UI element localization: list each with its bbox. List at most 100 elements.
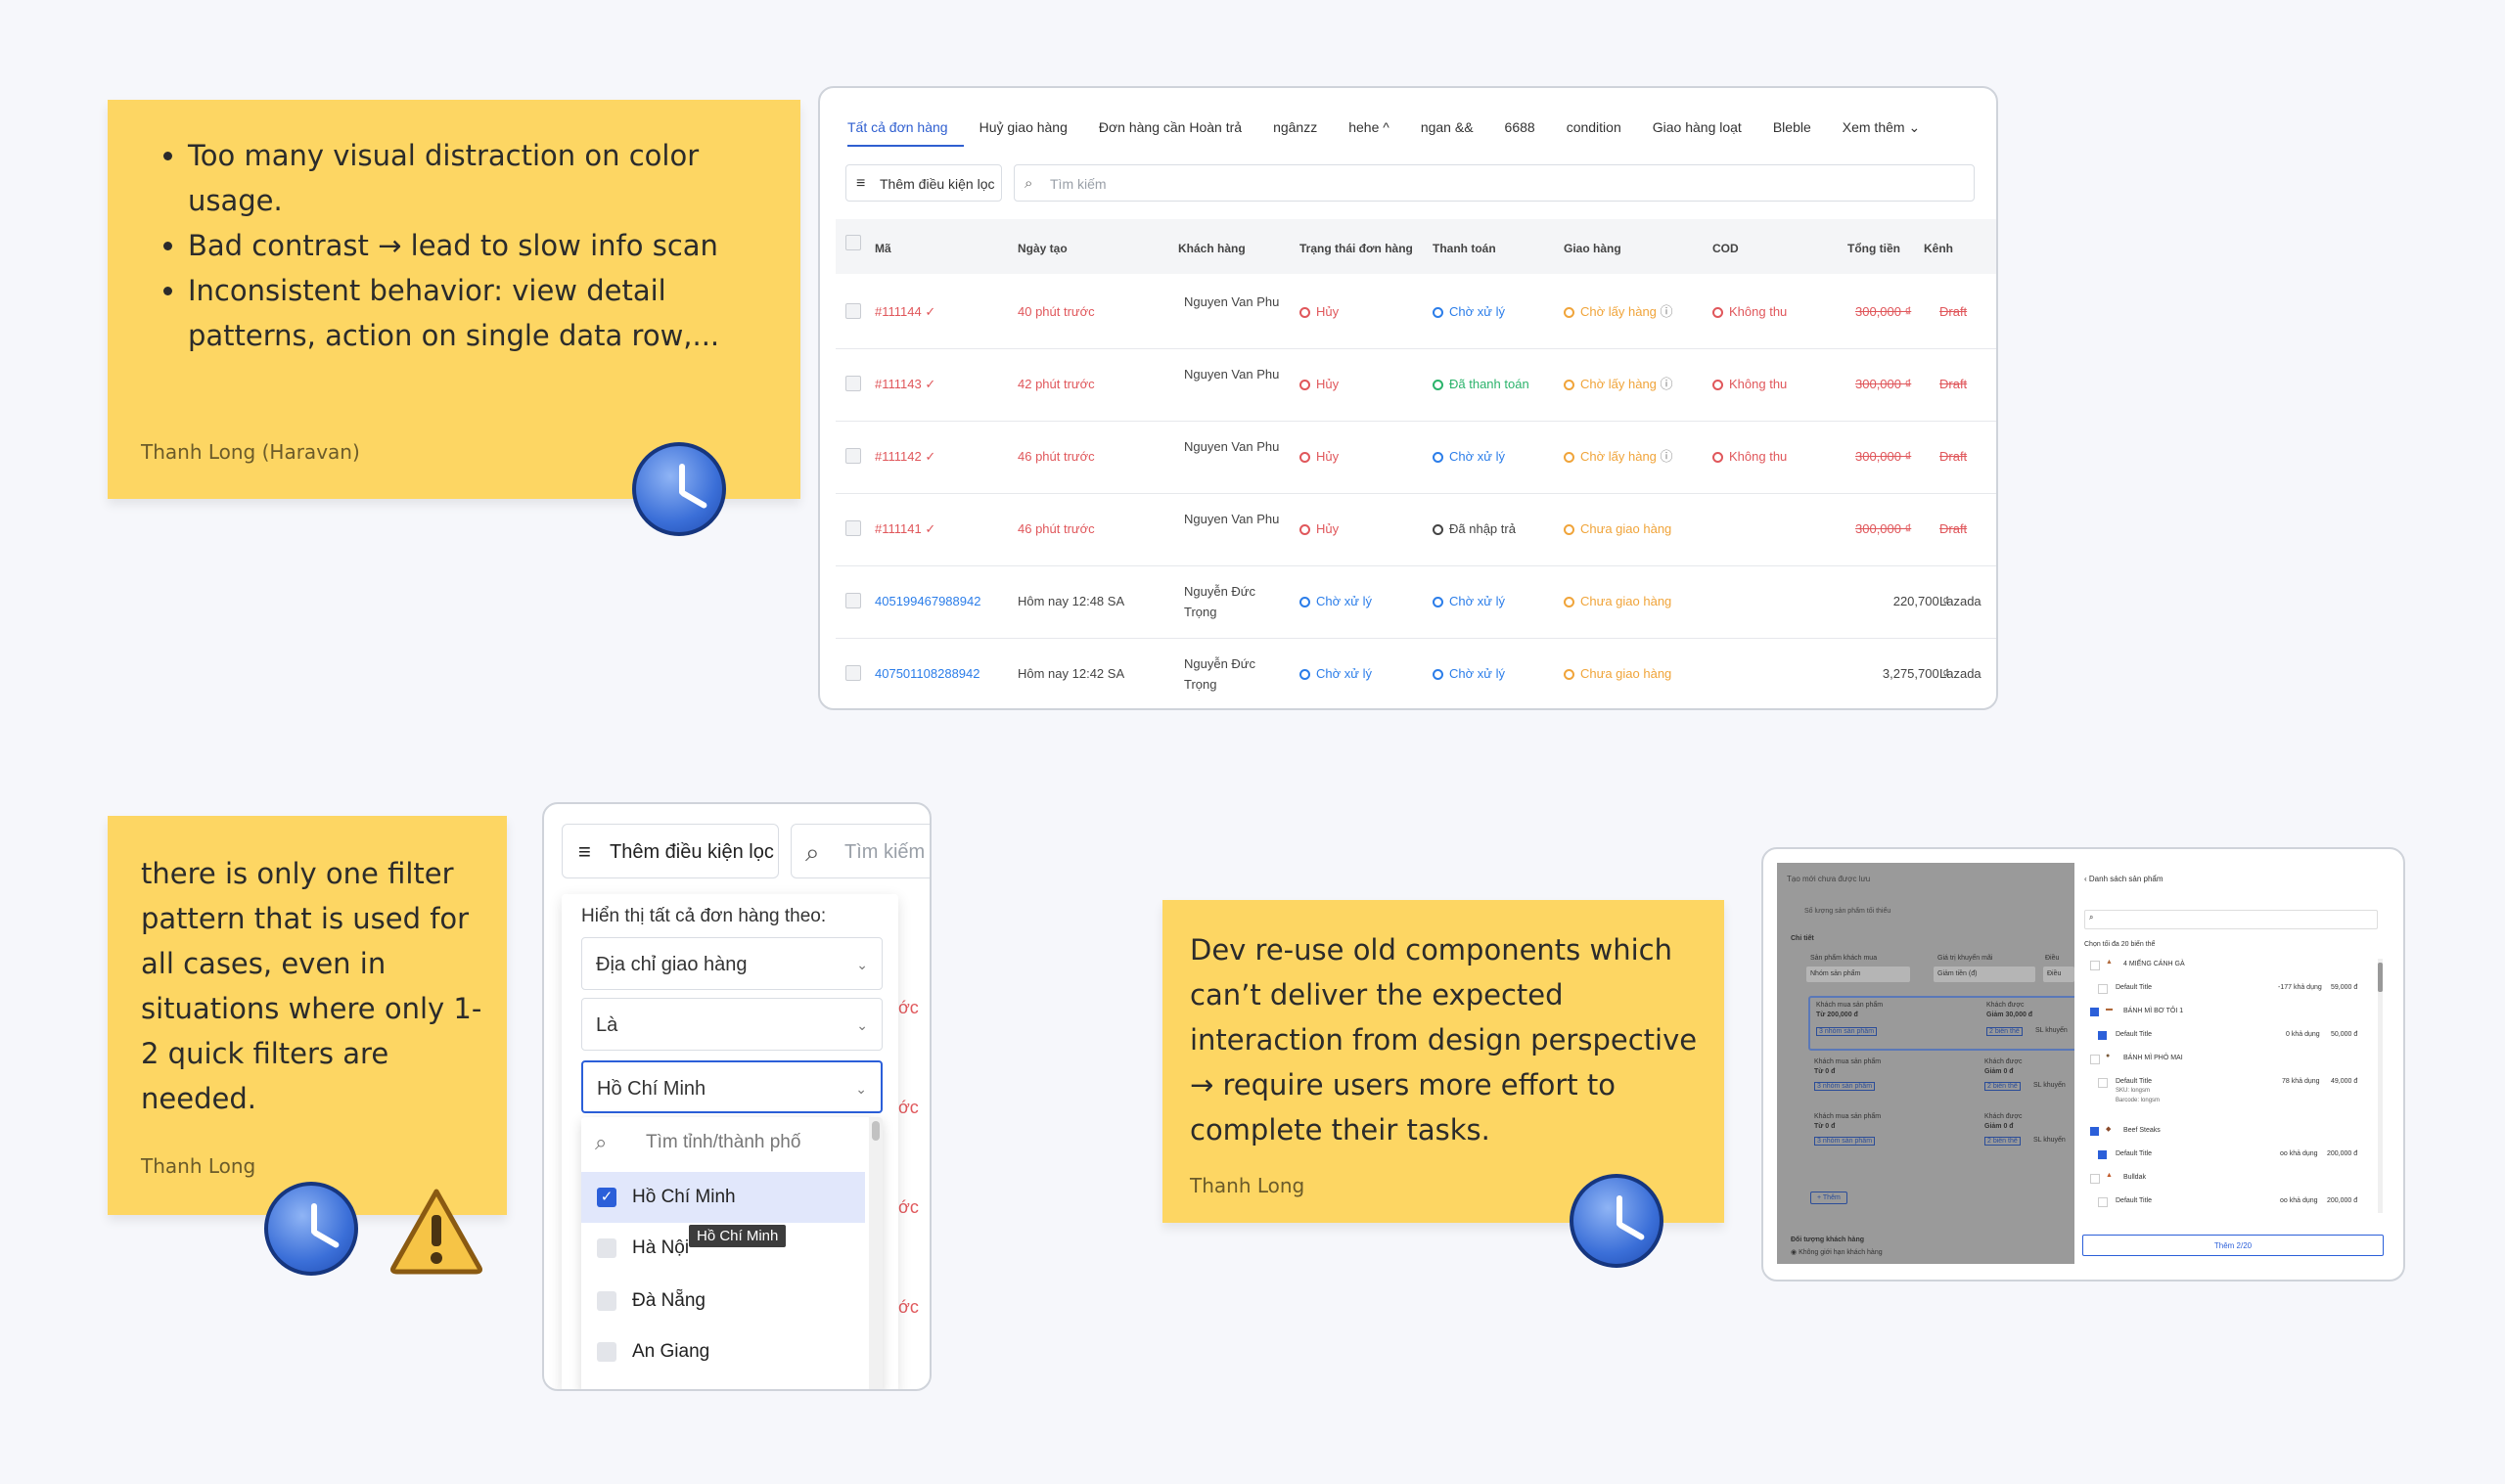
- value-select-value: Hồ Chí Minh: [597, 1078, 706, 1100]
- order-code-link[interactable]: #111144 ✓: [875, 301, 935, 322]
- city-option[interactable]: Đà Nẵng: [581, 1276, 865, 1327]
- city-option-label: Đà Nẵng: [632, 1290, 706, 1311]
- product-name: BÁNH MÌ PHÔ MAI: [2123, 1055, 2183, 1061]
- promo-rule-block[interactable]: Khách mua sản phẩm Từ 0 đ Khách được Giả…: [1808, 1055, 2082, 1102]
- customer-group-option[interactable]: ◉ Không giới hạn khách hàng: [1791, 1248, 1883, 1256]
- order-status: Chờ xử lý: [1299, 663, 1372, 684]
- customer-name: Nguyễn Đức Trọng: [1184, 584, 1256, 619]
- left-select[interactable]: Giảm tiền (đ): [1934, 967, 2035, 982]
- shipping-status: Chờ lấy hàng ⓘ: [1564, 301, 1673, 322]
- tab-bulk-shipping[interactable]: Giao hàng loạt: [1653, 110, 1757, 145]
- table-row[interactable]: #111142 ✓ 46 phút trước Nguyen Van Phu H…: [836, 421, 1996, 494]
- product-item[interactable]: ▲ 4 MIẾNG CÁNH GÀ Default Title -177 khả…: [2086, 959, 2370, 1004]
- order-code-link[interactable]: #111141 ✓: [875, 518, 935, 539]
- value-select[interactable]: Hồ Chí Minh ⌄: [581, 1060, 883, 1113]
- add-rule-button[interactable]: + Thêm: [1810, 1192, 1847, 1204]
- add-filter-button[interactable]: ≡ Thêm điều kiện lọc: [562, 824, 779, 878]
- checkbox-checked-icon[interactable]: [2098, 1150, 2107, 1159]
- tab-custom[interactable]: condition: [1567, 110, 1637, 145]
- tab-cancel-shipping[interactable]: Huỷ giao hàng: [979, 110, 1083, 145]
- product-item[interactable]: ◆ Beef Steaks Default Title oo khả dụng …: [2086, 1125, 2370, 1170]
- tab-custom[interactable]: ngânzz: [1273, 110, 1333, 145]
- checkbox-icon[interactable]: [2098, 984, 2108, 994]
- product-search-input[interactable]: ⌕: [2084, 910, 2378, 929]
- variant-price: 49,000 đ: [2331, 1078, 2358, 1085]
- order-status-label: Hủy: [1316, 304, 1340, 319]
- city-search-input[interactable]: ⌕ Tìm tỉnh/thành phố: [581, 1117, 865, 1168]
- promo-rule-block[interactable]: Khách mua sản phẩm Từ 200,000 đ Khách đư…: [1808, 996, 2086, 1051]
- scrollbar[interactable]: [2378, 959, 2383, 1213]
- checkbox-icon[interactable]: [2090, 961, 2100, 970]
- table-row[interactable]: 405199467988942 Hôm nay 12:48 SA Nguyễn …: [836, 565, 1996, 639]
- tab-more[interactable]: Xem thêm ⌄: [1843, 110, 1936, 145]
- order-code-link[interactable]: 407501108288942: [875, 663, 980, 684]
- table-row[interactable]: #111144 ✓ 40 phút trước Nguyen Van Phu H…: [836, 276, 1996, 349]
- product-item[interactable]: ▬ BÁNH MÌ BƠ TỎI 1 Default Title 0 khả d…: [2086, 1006, 2370, 1051]
- search-icon: ⌕: [1025, 175, 1033, 192]
- info-icon[interactable]: ⓘ: [1661, 377, 1673, 391]
- table-row[interactable]: #111141 ✓ 46 phút trước Nguyen Van Phu H…: [836, 493, 1996, 566]
- row-checkbox[interactable]: [845, 303, 861, 319]
- city-option[interactable]: ✓ Hồ Chí Minh: [581, 1172, 865, 1223]
- scrollbar-thumb[interactable]: [2378, 963, 2383, 992]
- search-input[interactable]: ⌕ Tìm kiếm: [791, 824, 930, 878]
- operator-select[interactable]: Là ⌄: [581, 998, 883, 1051]
- tab-all-orders[interactable]: Tất cả đơn hàng: [847, 110, 964, 147]
- scrollbar[interactable]: [869, 1117, 883, 1389]
- note-1-bullet: Inconsistent behavior: view detail patte…: [188, 268, 775, 358]
- add-filter-button[interactable]: ≡ Thêm điều kiện lọc: [845, 164, 1002, 202]
- chevron-down-icon: ⌄: [856, 1017, 868, 1033]
- checkbox-icon[interactable]: [2090, 1174, 2100, 1184]
- left-select-value: Nhóm sản phẩm: [1810, 970, 1861, 977]
- checkbox-checked-icon[interactable]: [2090, 1127, 2099, 1136]
- back-icon[interactable]: ‹: [2084, 875, 2087, 883]
- tab-custom[interactable]: hehe ^: [1348, 110, 1405, 145]
- row-checkbox[interactable]: [845, 448, 861, 464]
- row-checkbox[interactable]: [845, 665, 861, 681]
- row-checkbox[interactable]: [845, 520, 861, 536]
- info-icon[interactable]: ⓘ: [1661, 449, 1673, 464]
- promo-rule-block[interactable]: Khách mua sản phẩm Từ 0 đ Khách được Giả…: [1808, 1109, 2082, 1156]
- field-select[interactable]: Địa chỉ giao hàng ⌄: [581, 937, 883, 990]
- food-thumbnail-icon: ▲: [2106, 1172, 2113, 1179]
- add-products-button[interactable]: Thêm 2/20: [2082, 1235, 2384, 1256]
- rule-buy-value: Từ 0 đ: [1814, 1123, 1836, 1130]
- rule-tag: 3 nhóm sản phẩm: [1814, 1137, 1876, 1146]
- table-row[interactable]: 407501108288942 Hôm nay 12:42 SA Nguyễn …: [836, 638, 1996, 708]
- checkbox-checked-icon[interactable]: [2098, 1031, 2107, 1040]
- order-code-link[interactable]: #111143 ✓: [875, 374, 935, 394]
- row-checkbox[interactable]: [845, 376, 861, 391]
- order-date: 46 phút trước: [1018, 521, 1095, 536]
- tab-custom[interactable]: Bleble: [1773, 110, 1827, 145]
- city-option[interactable]: An Giang: [581, 1327, 865, 1377]
- order-code-link[interactable]: 405199467988942: [875, 591, 980, 611]
- note-1-author: Thanh Long (Haravan): [141, 440, 360, 464]
- scrollbar-thumb[interactable]: [872, 1121, 880, 1141]
- table-row[interactable]: #111143 ✓ 42 phút trước Nguyen Van Phu H…: [836, 348, 1996, 422]
- order-code-link[interactable]: #111142 ✓: [875, 446, 935, 467]
- search-input[interactable]: ⌕ Tìm kiếm: [1014, 164, 1975, 202]
- left-select[interactable]: Nhóm sản phẩm: [1806, 967, 1910, 982]
- info-icon[interactable]: ⓘ: [1661, 304, 1673, 319]
- checkbox-icon[interactable]: [2098, 1197, 2108, 1207]
- column-header: Giao hàng: [1564, 242, 1621, 255]
- city-option-label: Hà Nội: [632, 1237, 690, 1258]
- checkbox-checked-icon[interactable]: [2090, 1008, 2099, 1016]
- select-all-checkbox[interactable]: [845, 235, 861, 250]
- tab-return-orders[interactable]: Đơn hàng cần Hoàn trả: [1099, 110, 1257, 145]
- payment-status-label: Chờ xử lý: [1449, 666, 1505, 681]
- left-select[interactable]: Điều: [2043, 967, 2074, 982]
- variant-name: Default Title: [2116, 1078, 2152, 1085]
- tab-custom[interactable]: ngan &&: [1421, 110, 1489, 145]
- checkbox-icon[interactable]: [2098, 1078, 2108, 1088]
- payment-status-label: Chờ xử lý: [1449, 304, 1505, 319]
- tab-custom[interactable]: 6688: [1505, 110, 1551, 145]
- checkbox-icon[interactable]: [2090, 1055, 2100, 1064]
- city-list-dropdown: ⌕ Tìm tỉnh/thành phố ✓ Hồ Chí Minh Hà Nội…: [581, 1117, 883, 1389]
- note-2-text: there is only one filter pattern that is…: [141, 857, 482, 1115]
- row-checkbox[interactable]: [845, 593, 861, 608]
- product-item[interactable]: ● BÁNH MÌ PHÔ MAI Default Title SKU: lon…: [2086, 1053, 2370, 1121]
- payment-status: Chờ xử lý: [1433, 446, 1505, 467]
- customer-name: Nguyen Van Phu: [1184, 512, 1280, 526]
- product-item[interactable]: ▲ Bulldak Default Title oo khả dụng 200,…: [2086, 1172, 2370, 1217]
